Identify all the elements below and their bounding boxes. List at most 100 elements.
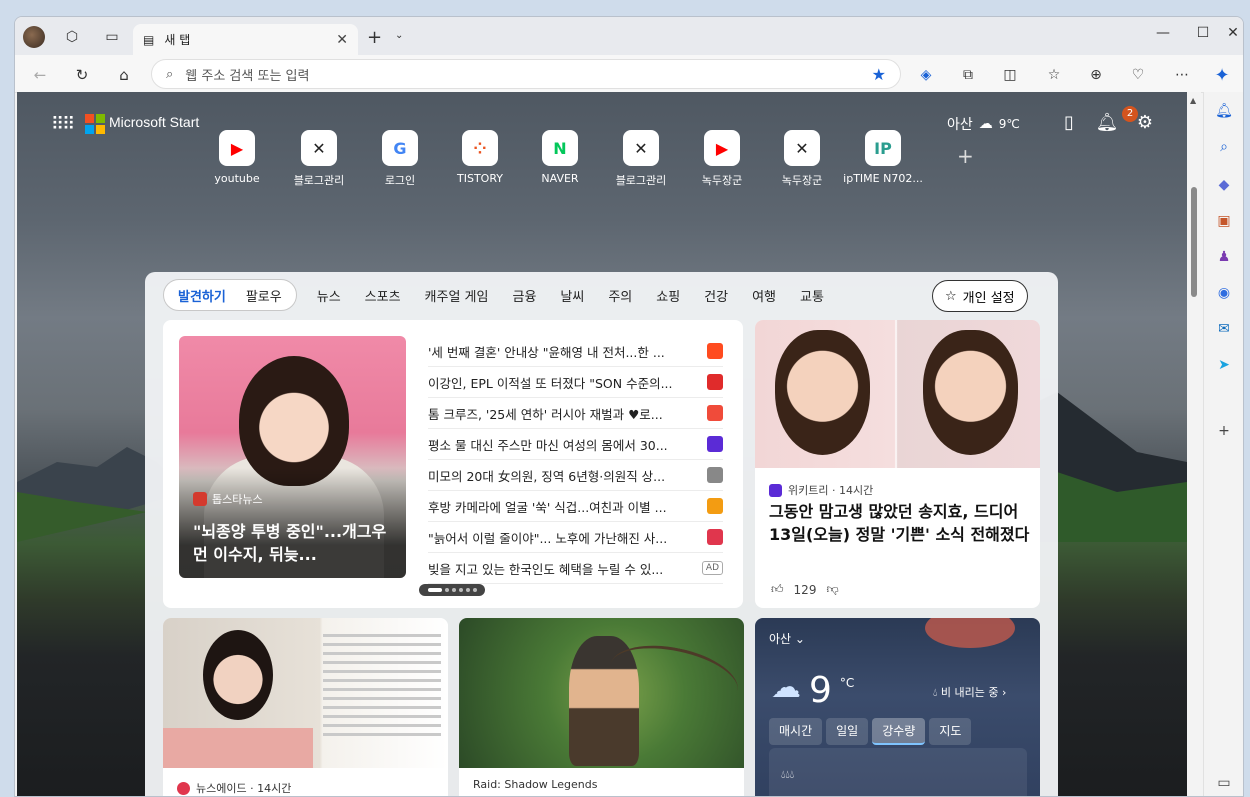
brand-title[interactable]: Microsoft Start xyxy=(109,114,199,130)
like-thumb-icon[interactable]: 👍︎ xyxy=(771,582,784,597)
sidebar-shopping-icon[interactable]: ◆ xyxy=(1213,174,1235,196)
sidebar-add-icon[interactable]: + xyxy=(1213,420,1235,442)
sidebar-bell-icon[interactable]: 🔔︎ xyxy=(1213,100,1235,122)
quick-link[interactable]: G 로그인 xyxy=(360,130,440,188)
weather-summary[interactable]: 아산 ☁ 9℃ xyxy=(947,114,1020,134)
home-button[interactable]: ⌂ xyxy=(113,64,135,86)
quick-link[interactable]: ✕ 녹두장군 xyxy=(762,130,842,188)
quick-link[interactable]: ▶ youtube xyxy=(197,130,277,185)
more-menu-icon[interactable]: ⋯ xyxy=(1171,64,1193,86)
carousel-indicator[interactable] xyxy=(419,584,485,596)
headline-item[interactable]: 톰 크루즈, '25세 연하' 러시아 재벌과 ♥로... xyxy=(428,398,723,429)
category-traffic[interactable]: 교통 xyxy=(800,286,824,305)
sidebar-hide-icon[interactable]: ▭ xyxy=(1213,772,1235,794)
headline-item[interactable]: 이강인, EPL 이적설 또 터졌다 "SON 수준의... xyxy=(428,367,723,398)
close-window-button[interactable]: ✕ xyxy=(1221,25,1243,41)
headline-item[interactable]: 후방 카메라에 얼굴 '쑥' 식겁...여친과 이별 ... xyxy=(428,491,723,522)
category-finance[interactable]: 금융 xyxy=(512,286,536,305)
maximize-button[interactable]: ☐ xyxy=(1191,25,1215,41)
favorite-star-icon[interactable]: ★ xyxy=(872,65,886,84)
phone-icon[interactable]: ▯ xyxy=(1057,112,1081,133)
dislike-thumb-icon[interactable]: 👎︎ xyxy=(826,582,838,597)
feed-segment: 발견하기 팔로우 xyxy=(163,279,297,311)
weather-temperature: 9℃ xyxy=(998,117,1020,131)
publisher-icon xyxy=(707,343,723,359)
headline-item[interactable]: 미모의 20대 女의원, 징역 6년형·의원직 상... xyxy=(428,460,723,491)
headline-item[interactable]: 평소 물 대신 주스만 마신 여성의 몸에서 30... xyxy=(428,429,723,460)
sidebar-drop-icon[interactable]: ➤ xyxy=(1213,354,1235,376)
tab-following[interactable]: 팔로우 xyxy=(236,286,292,305)
quick-link[interactable]: IP ipTIME N702... xyxy=(843,130,923,185)
weather-card[interactable]: 아산 ⌄ ☁ 9 °C 💧︎ 비 내리는 중 › 매시간 일일 강수량 지도 💧… xyxy=(755,618,1040,796)
settings-gear-icon[interactable]: ⚙ xyxy=(1133,112,1157,133)
apps-grid-icon[interactable]: ⠿⠿ xyxy=(51,114,75,135)
headline-text: 빚을 지고 있는 한국인도 혜택을 누릴 수 있... xyxy=(428,561,664,577)
minimize-button[interactable]: — xyxy=(1151,25,1175,41)
personalize-button[interactable]: ☆ 개인 설정 xyxy=(932,280,1028,312)
quick-link[interactable]: ⁘ TISTORY xyxy=(440,130,520,185)
headline-item[interactable]: '세 번째 결혼' 안내상 "윤해영 내 전처...한 ... xyxy=(428,336,723,367)
quick-link[interactable]: N NAVER xyxy=(520,130,600,185)
side-story-source: 위키트리 · 14시간 xyxy=(769,482,873,498)
headline-item[interactable]: 빚을 지고 있는 한국인도 혜택을 누릴 수 있... AD xyxy=(428,553,723,584)
headline-text: 후방 카메라에 얼굴 '쑥' 식겁...여친과 이별 ... xyxy=(428,499,667,515)
back-button[interactable]: ← xyxy=(29,64,51,86)
category-shopping[interactable]: 쇼핑 xyxy=(656,286,680,305)
category-weather[interactable]: 날씨 xyxy=(560,286,584,305)
quick-link[interactable]: ▶ 녹두장군 xyxy=(682,130,762,188)
rain-note[interactable]: 💧︎ 비 내리는 중 › xyxy=(933,684,1006,700)
weather-tab-precipitation[interactable]: 강수량 xyxy=(872,718,926,745)
portrait-left xyxy=(775,330,870,455)
add-quick-link-button[interactable]: + xyxy=(957,144,974,168)
new-tab-button[interactable]: + xyxy=(367,27,382,48)
weather-card-location[interactable]: 아산 ⌄ xyxy=(769,630,805,647)
favorites-icon[interactable]: ☆ xyxy=(1043,64,1065,86)
tab-new-tab[interactable]: ▤ 새 탭 ✕ xyxy=(133,24,358,55)
quick-link[interactable]: ✕ 블로그관리 xyxy=(601,130,681,188)
extensions-icon[interactable]: ⧉ xyxy=(957,64,979,86)
category-health[interactable]: 건강 xyxy=(704,286,728,305)
sidebar-search-icon[interactable]: ⌕ xyxy=(1213,136,1235,158)
sidebar-tools-icon[interactable]: ▣ xyxy=(1213,210,1235,232)
weather-tab-hourly[interactable]: 매시간 xyxy=(769,718,823,745)
scrollbar-thumb[interactable] xyxy=(1191,187,1197,297)
address-bar[interactable]: ⌕ 웹 주소 검색 또는 입력 ★ xyxy=(151,59,901,89)
workspaces-icon[interactable]: ⬡ xyxy=(61,26,83,48)
category-notice[interactable]: 주의 xyxy=(608,286,632,305)
scroll-up-arrow-icon[interactable]: ▲ xyxy=(1190,96,1196,105)
collections-icon[interactable]: ⊕ xyxy=(1085,64,1107,86)
browser-essentials-icon[interactable]: ♡ xyxy=(1127,64,1149,86)
weather-tab-daily[interactable]: 일일 xyxy=(826,718,869,745)
news-card-2-image xyxy=(163,618,448,768)
profile-avatar[interactable] xyxy=(23,26,45,48)
page-scrollbar[interactable]: ▲ xyxy=(1187,92,1201,796)
news-card-2[interactable]: 뉴스에이드 · 14시간 xyxy=(163,618,448,796)
category-news[interactable]: 뉴스 xyxy=(317,286,341,305)
weather-tab-map[interactable]: 지도 xyxy=(929,718,972,745)
category-sports[interactable]: 스포츠 xyxy=(365,286,401,305)
category-casual-games[interactable]: 캐주얼 게임 xyxy=(425,286,489,305)
split-screen-icon[interactable]: ◫ xyxy=(999,64,1021,86)
category-travel[interactable]: 여행 xyxy=(752,286,776,305)
tab-title: 새 탭 xyxy=(164,33,191,47)
bing-chat-icon[interactable]: ◈ xyxy=(915,64,937,86)
notifications-bell-icon[interactable]: 🔔︎ xyxy=(1095,112,1119,133)
tab-actions-chevron-icon[interactable]: ⌄ xyxy=(395,30,403,41)
ad-card[interactable]: Raid: Shadow Legends xyxy=(459,618,744,796)
sidebar-outlook-icon[interactable]: ✉ xyxy=(1213,318,1235,340)
sidebar-games-icon[interactable]: ♟ xyxy=(1213,246,1235,268)
quick-link-icon: G xyxy=(382,130,418,166)
tab-discover[interactable]: 발견하기 xyxy=(168,286,236,305)
refresh-button[interactable]: ↻ xyxy=(71,64,93,86)
vertical-tabs-icon[interactable]: ▭ xyxy=(101,26,123,48)
tab-close-icon[interactable]: ✕ xyxy=(336,32,348,48)
publisher-icon xyxy=(707,436,723,452)
browser-window: ⬡ ▭ ▤ 새 탭 ✕ + ⌄ — ☐ ✕ ← ↻ ⌂ ⌕ 웹 주소 검색 또는… xyxy=(14,16,1244,797)
side-story-card[interactable]: 위키트리 · 14시간 그동안 맘고생 많았던 송지효, 드디어 13일(오늘)… xyxy=(755,320,1040,608)
headline-item[interactable]: "늙어서 이럴 줄이야"... 노후에 가난해진 사... xyxy=(428,522,723,553)
hero-story[interactable]: 톱스타뉴스 "뇌종양 투병 중인"...개그우먼 이수지, 뒤늦... xyxy=(179,336,406,578)
sidebar-m365-icon[interactable]: ◉ xyxy=(1213,282,1235,304)
weather-card-temp-unit: °C xyxy=(839,676,855,690)
quick-link[interactable]: ✕ 블로그관리 xyxy=(279,130,359,188)
copilot-icon[interactable]: ✦ xyxy=(1211,64,1233,86)
